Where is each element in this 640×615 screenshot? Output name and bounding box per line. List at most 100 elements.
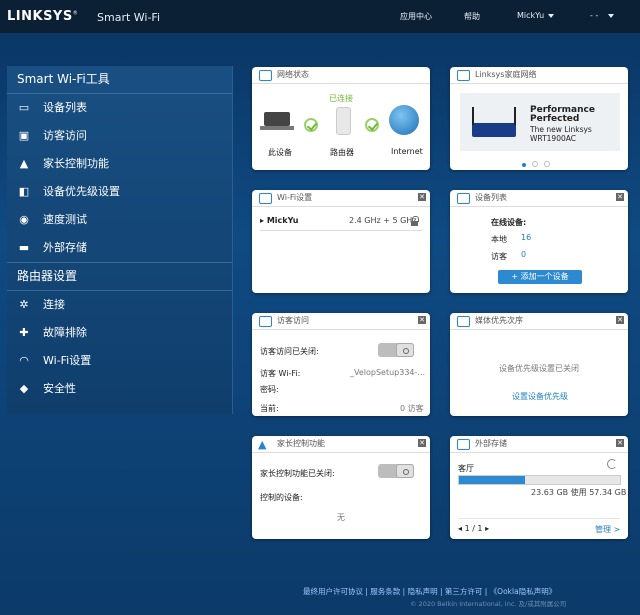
help-link[interactable]: 帮助 [464,11,480,22]
sidebar-item-label: 故障排除 [43,326,87,339]
guest-access-card[interactable]: 访客访问 ✕ 访客访问已关闭: 访客 Wi-Fi: _VelopSetup334-… [252,313,430,416]
password-label: 密码: [260,385,279,394]
device-list-card[interactable]: 设备列表 ✕ 在线设备: 本地 16 访客 0 + 添加一个设备 [450,190,628,293]
current-guests-label: 当前: [260,404,279,413]
sidebar-item-guest-access[interactable]: ▣ 访客访问 [7,122,232,150]
carousel-dot[interactable] [544,161,550,167]
toggle-knob [396,343,414,357]
card-title: 家长控制功能 [277,439,325,448]
shield-icon: ◆ [19,382,29,395]
set-priority-link[interactable]: 设置设备优先级 [512,391,568,402]
sidebar-item-troubleshooting[interactable]: ✚ 故障排除 [7,319,232,347]
internet-label: Internet [391,147,423,156]
sidebar-item-speed-test[interactable]: ◉ 速度测试 [7,206,232,234]
network-status-card[interactable]: 网络状态 已连接 此设备 路由器 Internet [252,67,430,170]
pagination[interactable]: ◂ 1 / 1 ▸ [458,524,489,533]
sidebar-item-external-storage[interactable]: ▬ 外部存储 [7,234,232,262]
sidebar-section-tools: Smart Wi-Fi工具 [7,66,232,94]
local-label: 本地 [491,235,507,244]
guest-wifi-label: 访客 Wi-Fi: [260,369,301,378]
priority-icon: ◧ [18,185,30,198]
router-label: 路由器 [330,148,354,157]
first-aid-icon: ✚ [19,326,29,339]
card-title: 设备列表 [475,193,507,202]
refresh-icon[interactable] [607,459,617,469]
storage-usage: 23.63 GB 使用 57.34 GB [531,488,627,497]
divider [458,518,620,519]
warning-icon: ▲ [258,438,267,451]
carousel-dot-active[interactable] [522,163,526,167]
close-icon[interactable]: ✕ [418,193,426,201]
sidebar-item-device-list[interactable]: ▭ 设备列表 [7,94,232,122]
guest-count[interactable]: 0 [521,250,526,259]
storage-icon: ▬ [18,241,30,254]
promo-line4: WRT1900AC [530,134,576,143]
storage-bar [458,475,621,485]
media-priority-card[interactable]: 媒体优先次序 ✕ 设备优先级设置已关闭 设置设备优先级 [450,313,628,416]
wifi-icon: ◠ [19,354,29,367]
wifi-settings-card[interactable]: Wi-Fi设置 ✕ ▸ MickYu 2.4 GHz + 5 GHz [252,190,430,293]
sidebar-item-connectivity[interactable]: ✲ 连接 [7,291,232,319]
toggle-knob [396,464,414,478]
language-menu[interactable]: - - [590,11,615,20]
manage-link[interactable]: 管理 > [595,524,620,535]
guest-icon [259,316,272,327]
close-icon[interactable]: ✕ [418,316,426,324]
carousel-dot[interactable] [532,161,538,167]
card-title: 网络状态 [277,70,309,79]
drive-name: 客厅 [458,464,474,473]
controlled-devices-label: 控制的设备: [260,493,303,502]
promo-line2: Perfected [530,114,580,124]
monitor-icon [457,193,470,204]
close-icon[interactable]: ✕ [418,439,426,447]
connection-status: 已连接 [329,94,353,103]
parental-off-label: 家长控制功能已关闭: [260,469,335,478]
card-title: 访客访问 [277,316,309,325]
user-menu[interactable]: MickYu [517,11,555,20]
parental-controls-toggle[interactable] [378,464,414,478]
divider [260,230,422,231]
sidebar-section-router: 路由器设置 [7,262,232,291]
storage-bar-fill [459,476,526,484]
sidebar-item-label: 家长控制功能 [43,157,109,170]
app-center-link[interactable]: 应用中心 [400,11,432,22]
globe-icon [389,105,419,135]
sidebar-item-wifi-settings[interactable]: ◠ Wi-Fi设置 [7,347,232,375]
sidebar-item-label: Wi-Fi设置 [43,354,92,367]
close-icon[interactable]: ✕ [616,439,624,447]
sidebar: Smart Wi-Fi工具 ▭ 设备列表 ▣ 访客访问 ▲ 家长控制功能 ◧ 设备优先级… [7,66,233,414]
current-guests-value: 0 访客 [400,404,424,413]
sidebar-item-label: 连接 [43,298,65,311]
add-device-button[interactable]: + 添加一个设备 [498,270,582,284]
speedometer-icon: ◉ [19,213,29,226]
wifi-ssid: MickYu [266,216,299,225]
router-image [472,123,516,137]
laptop-icon [264,112,290,126]
footer-links[interactable]: 最终用户许可协议 | 服务条款 | 隐私声明 | 第三方许可 | 《Ookla隐… [303,586,556,597]
sidebar-item-device-priority[interactable]: ◧ 设备优先级设置 [7,178,232,206]
wifi-network-row[interactable]: ▸ MickYu [260,216,298,225]
guest-off-label: 访客访问已关闭: [260,347,319,356]
carousel-dots[interactable] [522,160,550,170]
sidebar-item-security[interactable]: ◆ 安全性 [7,375,232,403]
parental-controls-card[interactable]: ▲ 家长控制功能 ✕ 家长控制功能已关闭: 控制的设备: 无 [252,436,430,539]
sidebar-item-parental-controls[interactable]: ▲ 家长控制功能 [7,150,232,178]
priority-icon [457,316,470,327]
wifi-band: 2.4 GHz + 5 GHz [349,216,417,225]
top-bar: LINKSYS® Smart Wi-Fi 应用中心 帮助 MickYu - - [0,0,640,33]
storage-icon [457,439,470,450]
guest-icon: ▣ [18,129,30,142]
promo-banner[interactable]: Performance Perfected The new Linksys WR… [460,93,620,151]
close-icon[interactable]: ✕ [616,316,624,324]
this-device-label: 此设备 [268,148,292,157]
guest-access-toggle[interactable] [378,343,414,357]
local-count[interactable]: 16 [521,233,531,242]
close-icon[interactable]: ✕ [616,193,624,201]
external-storage-card[interactable]: 外部存储 ✕ 客厅 23.63 GB 使用 57.34 GB ◂ 1 / 1 ▸ … [450,436,628,539]
online-devices-label: 在线设备: [491,218,527,227]
card-title: 外部存储 [475,439,507,448]
linksys-network-card[interactable]: Linksys家庭网络 Performance Perfected The ne… [450,67,628,170]
linksys-logo[interactable]: LINKSYS® [7,9,78,24]
sidebar-item-label: 访客访问 [43,129,87,142]
priority-status: 设备优先级设置已关闭 [499,364,579,373]
